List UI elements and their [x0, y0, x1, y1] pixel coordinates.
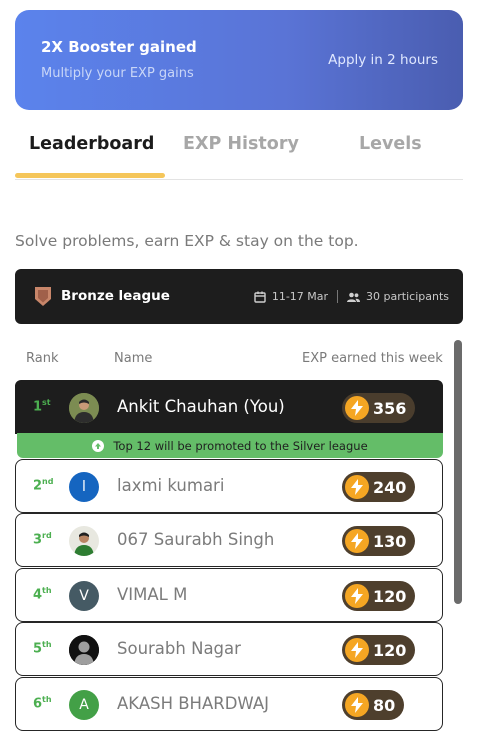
lightning-icon — [345, 475, 369, 499]
league-participants: 30 participants — [366, 290, 449, 303]
lightning-icon — [345, 693, 369, 717]
user-name: Sourabh Nagar — [117, 639, 241, 658]
leaderboard-row[interactable]: 2nd l laxmi kumari 240 — [15, 459, 443, 513]
tab-exp-history[interactable]: EXP History — [183, 134, 299, 154]
rank-label: 1st — [33, 398, 51, 415]
leaderboard-row-self[interactable]: 1st Ankit Chauhan (You) 356 — [15, 380, 443, 434]
rank-label: 4th — [33, 586, 52, 603]
lightning-icon — [345, 638, 369, 662]
exp-value: 130 — [373, 531, 407, 551]
tab-bar: Leaderboard EXP History Levels — [15, 128, 463, 180]
avatar — [69, 526, 99, 556]
tab-leaderboard[interactable]: Leaderboard — [29, 134, 154, 154]
active-tab-indicator — [15, 173, 165, 178]
promotion-banner: Top 12 will be promoted to the Silver le… — [17, 433, 443, 458]
leaderboard-row[interactable]: 5th Sourabh Nagar 120 — [15, 622, 443, 676]
leaderboard-row[interactable]: 6th A AKASH BHARDWAJ 80 — [15, 677, 443, 731]
exp-value: 240 — [373, 477, 407, 497]
exp-badge: 120 — [342, 581, 416, 611]
exp-value: 120 — [373, 640, 407, 660]
rank-label: 2nd — [33, 477, 54, 494]
league-bar: Bronze league 11-17 Mar 30 participants — [15, 269, 463, 324]
calendar-icon — [254, 291, 266, 303]
column-header-exp: EXP earned this week — [302, 351, 443, 366]
avatar — [69, 393, 99, 423]
default-user-icon — [69, 635, 99, 665]
user-name: 067 Saurabh Singh — [117, 530, 275, 549]
booster-banner[interactable]: 2X Booster gained Multiply your EXP gain… — [15, 10, 463, 110]
exp-badge: 356 — [342, 393, 416, 423]
exp-value: 80 — [373, 695, 396, 715]
exp-value: 120 — [373, 586, 407, 606]
meta-divider — [337, 290, 339, 303]
avatar: l — [69, 472, 99, 502]
booster-subtitle: Multiply your EXP gains — [41, 66, 194, 81]
league-dates: 11-17 Mar — [271, 290, 329, 303]
lightning-icon — [345, 396, 369, 420]
user-name: Ankit Chauhan (You) — [117, 397, 285, 416]
lightning-icon — [345, 584, 369, 608]
user-name: VIMAL M — [117, 585, 188, 604]
avatar: V — [69, 581, 99, 611]
leaderboard-row[interactable]: 3rd 067 Saurabh Singh 130 — [15, 513, 443, 567]
leaderboard-row[interactable]: 4th V VIMAL M 120 — [15, 568, 443, 622]
user-name: AKASH BHARDWAJ — [117, 694, 269, 713]
exp-badge: 240 — [342, 472, 416, 502]
booster-title: 2X Booster gained — [41, 38, 197, 56]
leaderboard-tagline: Solve problems, earn EXP & stay on the t… — [15, 232, 359, 250]
scrollbar-thumb[interactable] — [454, 340, 462, 604]
lightning-icon — [345, 529, 369, 553]
exp-badge: 130 — [342, 526, 416, 556]
avatar: A — [69, 690, 99, 720]
rank-label: 6th — [33, 695, 52, 712]
column-header-name: Name — [114, 351, 153, 366]
exp-badge: 80 — [342, 690, 405, 720]
league-meta: 11-17 Mar 30 participants — [254, 290, 449, 303]
arrow-up-icon — [92, 439, 105, 452]
tab-levels[interactable]: Levels — [359, 134, 422, 154]
rank-label: 5th — [33, 640, 52, 657]
user-name: laxmi kumari — [117, 476, 225, 495]
exp-value: 356 — [373, 398, 407, 418]
rank-label: 3rd — [33, 531, 52, 548]
league-name: Bronze league — [61, 288, 170, 304]
booster-apply-link[interactable]: Apply in 2 hours — [328, 52, 438, 68]
promotion-text: Top 12 will be promoted to the Silver le… — [113, 438, 368, 453]
bronze-shield-icon — [35, 287, 51, 310]
people-icon — [347, 292, 361, 302]
exp-badge: 120 — [342, 635, 416, 665]
column-header-rank: Rank — [26, 351, 59, 366]
